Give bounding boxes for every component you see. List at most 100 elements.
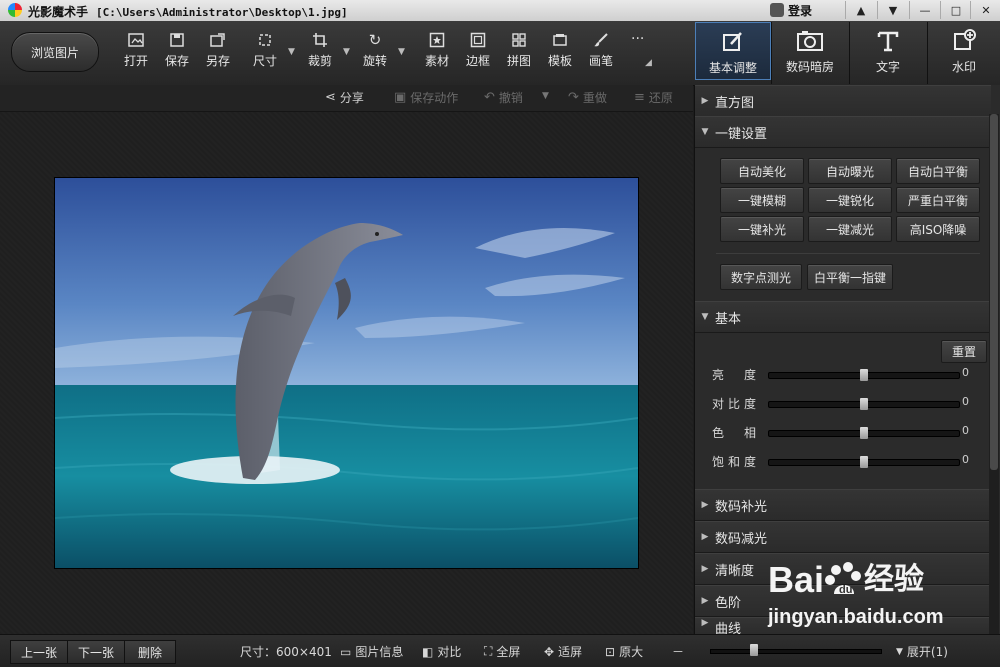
white-balance-picker-button[interactable]: 白平衡一指键	[807, 264, 893, 290]
button-label: 严重白平衡	[907, 193, 968, 208]
resize-button[interactable]: 尺寸	[243, 31, 287, 75]
more-tools-icon[interactable]: ···	[631, 31, 644, 47]
template-button[interactable]: 模板	[538, 31, 582, 75]
maximize-button[interactable]: □	[940, 1, 971, 19]
crop-button[interactable]: 裁剪	[298, 31, 342, 75]
brightness-slider[interactable]	[768, 369, 960, 381]
panel-scrollbar-thumb[interactable]	[990, 114, 998, 470]
section-digital-fill-light[interactable]: ▶ 数码补光	[695, 489, 991, 521]
save-action-button[interactable]: ▣ 保存动作	[394, 89, 458, 106]
frame-button[interactable]: 边框	[456, 31, 500, 75]
save-as-button[interactable]: 另存	[196, 31, 240, 75]
zoom-out-icon[interactable]: －	[672, 643, 684, 660]
login-button[interactable]: 登录	[770, 0, 812, 20]
collage-icon	[510, 31, 528, 49]
resize-dropdown-icon[interactable]: ▼	[288, 47, 295, 57]
rotate-button[interactable]: ↻ 旋转	[353, 31, 397, 75]
compare-button[interactable]: ◧ 对比	[422, 643, 461, 660]
divider	[716, 253, 980, 254]
restore-button[interactable]: ≡ 还原	[634, 89, 673, 106]
section-oneclick[interactable]: ▼ 一键设置	[695, 116, 991, 148]
tab-basic-adjust[interactable]: 基本调整	[695, 22, 771, 80]
fit-screen-button[interactable]: ✥ 适屏	[544, 643, 582, 660]
section-digital-reduce-light[interactable]: ▶ 数码减光	[695, 521, 991, 553]
high-iso-denoise-button[interactable]: 高ISO降噪	[896, 216, 980, 242]
undo-icon: ↶	[484, 90, 495, 105]
skin-button[interactable]: ▲	[845, 1, 876, 19]
browse-label: 浏览图片	[30, 45, 79, 60]
one-click-sharpen-button[interactable]: 一键锐化	[808, 187, 892, 213]
chevron-right-icon: ▶	[701, 532, 709, 542]
tab-text[interactable]: 文字	[850, 22, 926, 80]
zoom-slider[interactable]	[710, 644, 882, 656]
open-button[interactable]: 打开	[114, 31, 158, 75]
contrast-label: 对比度	[712, 397, 761, 411]
chevron-right-icon: ▶	[701, 500, 709, 510]
rotate-dropdown-icon[interactable]: ▼	[398, 47, 405, 57]
saturation-label: 饱和度	[712, 455, 761, 469]
rotate-label: 旋转	[362, 54, 387, 68]
button-label: 一键模糊	[737, 193, 786, 208]
save-as-icon	[209, 31, 227, 49]
resize-label: 尺寸	[252, 54, 277, 68]
next-image-button[interactable]: 下一张	[67, 640, 125, 664]
auto-beautify-button[interactable]: 自动美化	[720, 158, 804, 184]
close-button[interactable]: ✕	[970, 1, 1000, 19]
section-basic[interactable]: ▼ 基本	[695, 301, 991, 333]
fullscreen-button[interactable]: ⛶ 全屏	[484, 643, 520, 660]
zoom-slider-handle[interactable]	[749, 644, 758, 656]
redo-button[interactable]: ↷ 重做	[568, 89, 607, 106]
restore-icon: ≡	[634, 90, 645, 105]
image-info-button[interactable]: ▭ 图片信息	[340, 643, 403, 660]
hue-slider-handle[interactable]	[860, 427, 868, 439]
strict-white-balance-button[interactable]: 严重白平衡	[896, 187, 980, 213]
reset-button[interactable]: 重置	[941, 340, 987, 363]
delete-button[interactable]: 删除	[124, 640, 176, 664]
save-button[interactable]: 保存	[155, 31, 199, 75]
fit-label: 适屏	[558, 645, 583, 659]
template-icon	[551, 31, 569, 49]
tab-watermark[interactable]: 水印	[928, 22, 1000, 80]
one-click-fill-light-button[interactable]: 一键补光	[720, 216, 804, 242]
crop-icon	[311, 31, 329, 49]
expand-button[interactable]: ▼ 展开(1)	[896, 643, 948, 660]
undo-button[interactable]: ↶ 撤销	[484, 89, 523, 106]
button-label: 自动曝光	[825, 164, 874, 179]
brightness-slider-handle[interactable]	[860, 369, 868, 381]
auto-exposure-button[interactable]: 自动曝光	[808, 158, 892, 184]
menu-button[interactable]: ▼	[877, 1, 908, 19]
tab-digital-darkroom[interactable]: 数码暗房	[772, 22, 848, 80]
hue-slider[interactable]	[768, 427, 960, 439]
paw-icon: du	[825, 562, 862, 596]
minimize-button[interactable]: —	[909, 1, 940, 19]
login-label: 登录	[788, 3, 813, 18]
prev-image-button[interactable]: 上一张	[10, 640, 68, 664]
browse-images-button[interactable]: 浏览图片	[11, 32, 99, 72]
collage-button[interactable]: 拼图	[497, 31, 541, 75]
share-button[interactable]: ⋖ 分享	[325, 89, 364, 106]
expand-corner-icon[interactable]: ◢	[645, 58, 652, 68]
panel-scrollbar[interactable]	[989, 114, 999, 634]
contrast-slider[interactable]	[768, 398, 960, 410]
share-icon: ⋖	[325, 90, 336, 105]
crop-dropdown-icon[interactable]: ▼	[343, 47, 350, 57]
next-label: 下一张	[77, 645, 114, 660]
section-label: 数码补光	[715, 499, 768, 515]
section-oneclick-label: 一键设置	[715, 126, 768, 142]
fullscreen-icon: ⛶	[484, 644, 493, 658]
saturation-slider-handle[interactable]	[860, 456, 868, 468]
original-size-button[interactable]: ⊡ 原大	[605, 643, 643, 660]
undo-dropdown-icon[interactable]: ▼	[542, 91, 549, 101]
section-histogram[interactable]: ▶ 直方图	[695, 85, 991, 117]
one-click-reduce-light-button[interactable]: 一键减光	[808, 216, 892, 242]
material-button[interactable]: 素材	[415, 31, 459, 75]
brush-button[interactable]: 画笔	[579, 31, 623, 75]
compare-icon: ◧	[422, 644, 434, 659]
saturation-slider[interactable]	[768, 456, 960, 468]
one-click-blur-button[interactable]: 一键模糊	[720, 187, 804, 213]
contrast-slider-handle[interactable]	[860, 398, 868, 410]
chevron-right-icon: ▶	[701, 96, 709, 106]
spot-metering-button[interactable]: 数字点测光	[720, 264, 802, 290]
reset-label: 重置	[951, 345, 976, 359]
auto-white-balance-button[interactable]: 自动白平衡	[896, 158, 980, 184]
